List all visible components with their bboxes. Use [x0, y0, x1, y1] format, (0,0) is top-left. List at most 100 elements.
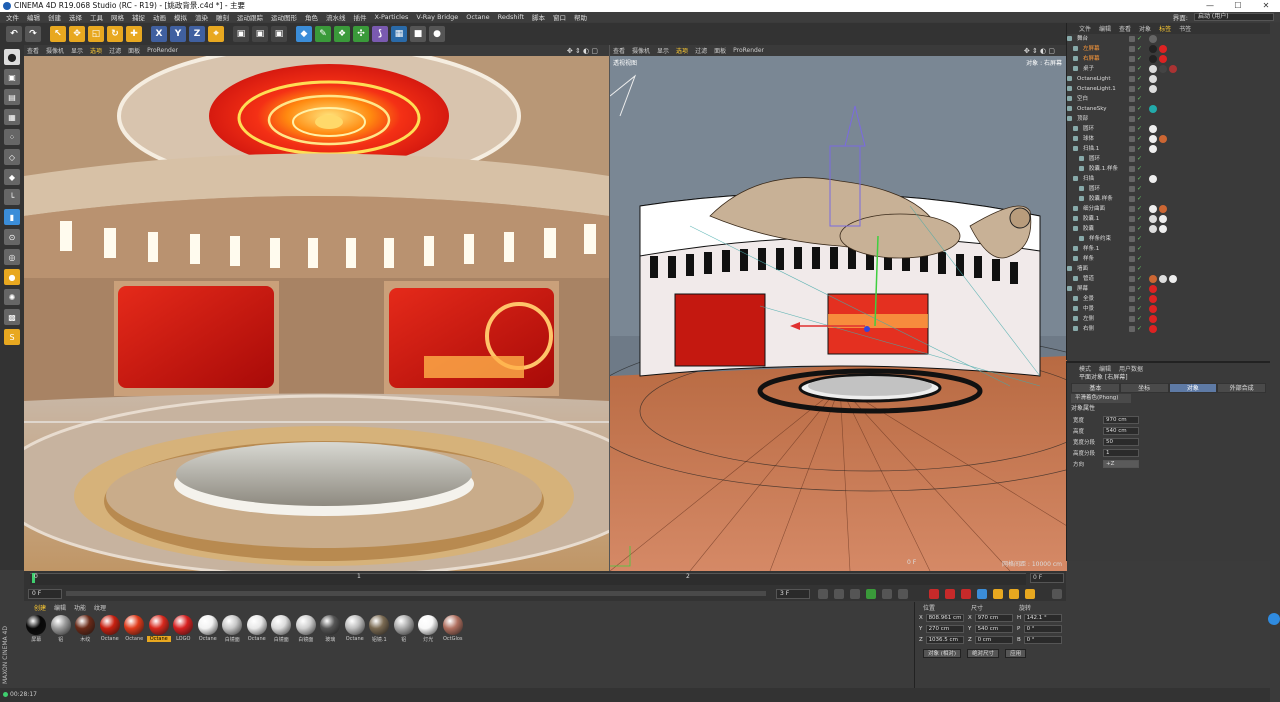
material-tag-icon[interactable] [1159, 45, 1167, 53]
viewport-menu-item[interactable]: 摄像机 [46, 46, 64, 55]
visibility-toggle-icon[interactable] [1129, 236, 1135, 242]
material-menu-item[interactable]: 创建 [34, 603, 46, 612]
model-mode-icon[interactable]: ▣ [4, 69, 20, 85]
object-name[interactable]: 胶囊 [1083, 224, 1094, 234]
object-row[interactable]: 胶囊.1.样条 ✓ [1067, 164, 1270, 174]
menu-item[interactable]: 脚本 [532, 12, 545, 22]
visibility-toggle-icon[interactable] [1129, 186, 1135, 192]
visibility-toggle-icon[interactable] [1129, 36, 1135, 42]
object-row[interactable]: 屏幕 ✓ [1067, 284, 1270, 294]
object-row[interactable]: 圆环 ✓ [1067, 124, 1270, 134]
object-row[interactable]: 扫描 ✓ [1067, 174, 1270, 184]
visibility-toggle-icon[interactable] [1129, 96, 1135, 102]
attribute-menu-item[interactable]: 模式 [1079, 364, 1091, 373]
material-menu-item[interactable]: 功能 [74, 603, 86, 612]
material-tag-icon[interactable] [1149, 145, 1157, 153]
object-name[interactable]: 圆环 [1083, 124, 1094, 134]
object-row[interactable]: 空白 ✓ [1067, 94, 1270, 104]
viewport-menu-item[interactable]: 选项 [90, 46, 102, 55]
material-tag-icon[interactable] [1159, 205, 1167, 213]
recent-tool-icon[interactable]: ✚ [126, 26, 142, 42]
visibility-toggle-icon[interactable] [1129, 196, 1135, 202]
menu-item[interactable]: 工具 [90, 12, 103, 22]
viewport-nav-icon[interactable]: ✥ ⇕ ◐ ▢ [567, 47, 598, 55]
viewport-menu-item[interactable]: ProRender [147, 47, 178, 54]
material-item[interactable]: 铝 [392, 615, 417, 643]
material-item[interactable]: 屏幕 [24, 615, 49, 643]
object-name[interactable]: 样条 [1083, 254, 1094, 264]
axis-mode-icon[interactable]: └ [4, 189, 20, 205]
enabled-check-icon[interactable]: ✓ [1137, 306, 1142, 312]
z-axis-icon[interactable]: Z [189, 26, 205, 42]
coord-field[interactable]: 0 ° [1023, 624, 1062, 633]
visibility-toggle-icon[interactable] [1129, 306, 1135, 312]
object-name[interactable]: 样条约束 [1089, 234, 1111, 244]
enabled-check-icon[interactable]: ✓ [1137, 186, 1142, 192]
object-row[interactable]: 圆环 ✓ [1067, 154, 1270, 164]
material-tag-icon[interactable] [1159, 215, 1167, 223]
autokey-icon[interactable] [945, 589, 955, 599]
attribute-tab[interactable]: 基本 [1071, 383, 1120, 393]
object-row[interactable]: 胶囊 ✓ [1067, 224, 1270, 234]
enabled-check-icon[interactable]: ✓ [1137, 256, 1142, 262]
visibility-toggle-icon[interactable] [1129, 56, 1135, 62]
enabled-check-icon[interactable]: ✓ [1137, 136, 1142, 142]
tweak-mode-icon[interactable]: ▮ [4, 209, 20, 225]
visibility-toggle-icon[interactable] [1129, 106, 1135, 112]
coord-field[interactable]: 1036.5 cm [925, 635, 964, 644]
visibility-toggle-icon[interactable] [1129, 156, 1135, 162]
object-name[interactable]: 左屏幕 [1083, 44, 1100, 54]
menu-item[interactable]: 选择 [69, 12, 82, 22]
enabled-check-icon[interactable]: ✓ [1137, 276, 1142, 282]
attribute-menu-item[interactable]: 编辑 [1099, 364, 1111, 373]
enabled-check-icon[interactable]: ✓ [1137, 146, 1142, 152]
menu-item[interactable]: Redshift [498, 13, 524, 21]
edges-mode-icon[interactable]: ◇ [4, 149, 20, 165]
material-tag-icon[interactable] [1149, 285, 1157, 293]
enabled-check-icon[interactable]: ✓ [1137, 86, 1142, 92]
visibility-toggle-icon[interactable] [1129, 226, 1135, 232]
material-item[interactable]: 白镜面 [269, 615, 294, 643]
material-item[interactable]: LOGO [171, 615, 196, 643]
visibility-toggle-icon[interactable] [1129, 66, 1135, 72]
object-menu-item[interactable]: 书签 [1179, 24, 1191, 33]
timeline-menu-icon[interactable] [1052, 589, 1062, 599]
viewport-menu-item[interactable]: 查看 [613, 46, 625, 55]
end-frame-field[interactable]: 3 F [776, 589, 810, 599]
menu-item[interactable]: 雕刻 [216, 12, 229, 22]
coord-field[interactable]: 0 cm [974, 635, 1013, 644]
apply-button[interactable]: 应用 [1005, 649, 1027, 658]
visibility-toggle-icon[interactable] [1129, 166, 1135, 172]
play-icon[interactable] [866, 589, 876, 599]
perspective-viewport[interactable]: 查看 摄像机 显示 选项 过滤 面板 ProRender ✥ ⇕ ◐ ▢ 透视视… [609, 45, 1067, 571]
material-tag-icon[interactable] [1149, 65, 1157, 73]
visibility-toggle-icon[interactable] [1129, 206, 1135, 212]
enabled-check-icon[interactable]: ✓ [1137, 176, 1142, 182]
visibility-toggle-icon[interactable] [1129, 286, 1135, 292]
object-menu-item[interactable]: 编辑 [1099, 24, 1111, 33]
menu-item[interactable]: 编辑 [27, 12, 40, 22]
visibility-toggle-icon[interactable] [1129, 136, 1135, 142]
enabled-check-icon[interactable]: ✓ [1137, 156, 1142, 162]
visibility-toggle-icon[interactable] [1129, 146, 1135, 152]
cloner-icon[interactable]: ✣ [353, 26, 369, 42]
preview-range-slider[interactable] [66, 591, 766, 596]
record-icon[interactable] [929, 589, 939, 599]
enabled-check-icon[interactable]: ✓ [1137, 316, 1142, 322]
menu-item[interactable]: 捕捉 [132, 12, 145, 22]
material-menu-item[interactable]: 编辑 [54, 603, 66, 612]
workplane-icon[interactable]: ▦ [4, 109, 20, 125]
visibility-toggle-icon[interactable] [1129, 216, 1135, 222]
object-menu-item[interactable]: 标签 [1159, 24, 1171, 33]
object-name[interactable]: 球体 [1083, 134, 1094, 144]
enabled-check-icon[interactable]: ✓ [1137, 126, 1142, 132]
property-value[interactable]: 1 [1103, 448, 1139, 457]
maximize-icon[interactable]: ☐ [1224, 0, 1252, 12]
enabled-check-icon[interactable]: ✓ [1137, 116, 1142, 122]
object-row[interactable]: 桌子 ✓ [1067, 64, 1270, 74]
material-tag-icon[interactable] [1159, 275, 1167, 283]
menu-item[interactable]: 创建 [48, 12, 61, 22]
material-tag-icon[interactable] [1149, 225, 1157, 233]
xparticles-icon[interactable]: ✺ [4, 289, 20, 305]
object-row[interactable]: OctaneLight ✓ [1067, 74, 1270, 84]
